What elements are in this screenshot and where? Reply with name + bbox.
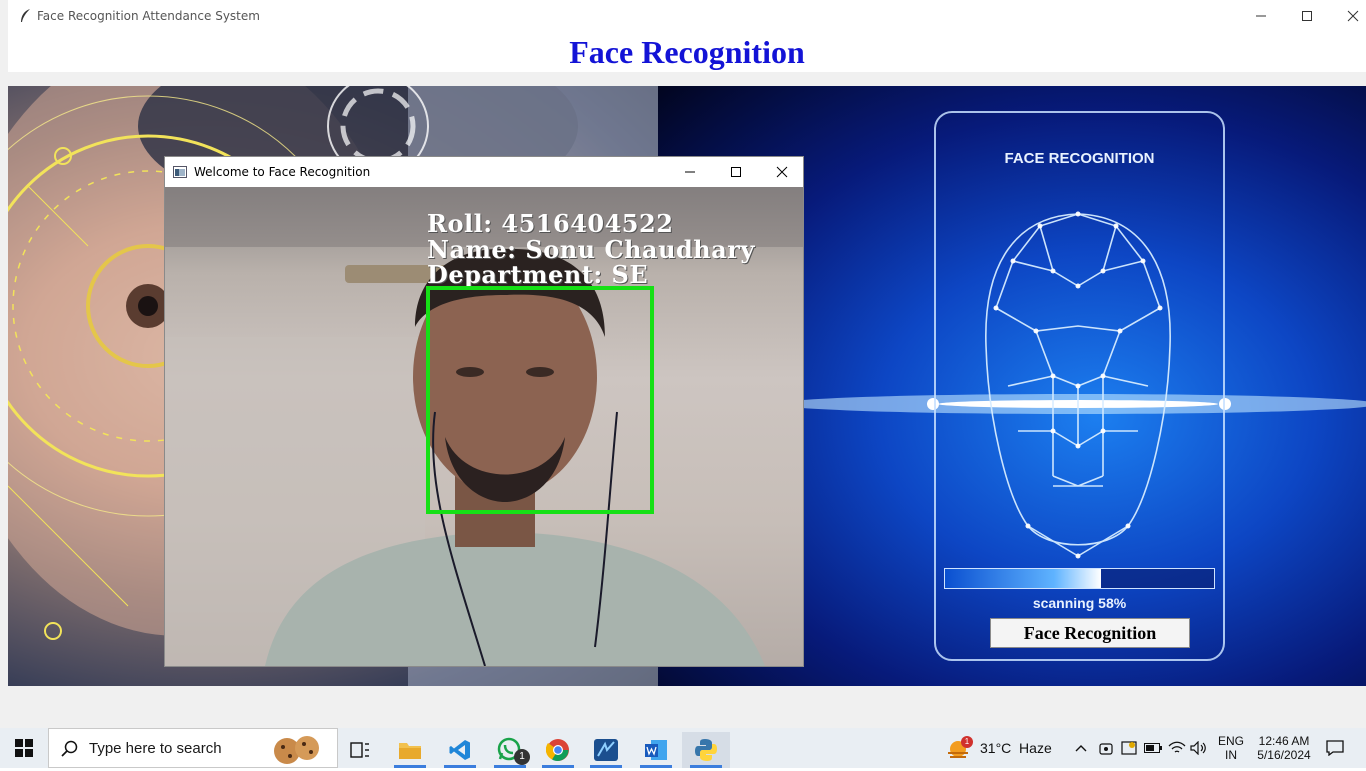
close-icon <box>1347 10 1359 22</box>
whatsapp-button[interactable]: 1 <box>486 732 534 768</box>
detected-face-box <box>426 286 654 514</box>
minimize-icon <box>1256 15 1266 17</box>
camera-maximize-button[interactable] <box>713 157 759 187</box>
network-tool-icon <box>594 739 618 761</box>
battery-button[interactable] <box>1142 728 1164 768</box>
weather-text: 31°C Haze <box>980 740 1052 756</box>
camera-feed: Roll: 4516404522 Name: Sonu Chaudhary De… <box>165 187 803 666</box>
camera-close-button[interactable] <box>759 157 805 187</box>
wifi-button[interactable] <box>1166 728 1188 768</box>
weather-widget[interactable]: 1 31°C Haze <box>944 728 1064 768</box>
speaker-icon <box>1190 741 1206 755</box>
task-view-button[interactable] <box>336 732 384 768</box>
python-button[interactable] <box>682 732 730 768</box>
language-label: ENG <box>1217 734 1244 748</box>
tray-security-button[interactable] <box>1118 728 1140 768</box>
taskbar-search[interactable]: Type here to search <box>48 728 338 768</box>
scan-status-label: scanning 58% <box>1032 595 1127 611</box>
camera-minimize-button[interactable] <box>667 157 713 187</box>
word-button[interactable] <box>632 732 680 768</box>
windows-icon <box>15 739 33 757</box>
page-title: Face Recognition <box>569 34 805 70</box>
webcam-icon <box>1099 743 1113 755</box>
overlay-roll: Roll: 4516404522 <box>427 209 674 238</box>
minimize-icon <box>685 171 695 173</box>
app-titlebar: Face Recognition Attendance System <box>8 0 1366 32</box>
python-icon <box>695 739 717 761</box>
scan-progress-bar <box>944 568 1215 589</box>
language-button[interactable]: ENG IN <box>1212 728 1250 768</box>
search-icon <box>61 740 79 763</box>
maximize-icon <box>731 167 741 177</box>
whatsapp-notification-badge: 1 <box>514 749 530 765</box>
window-app-icon <box>173 165 187 183</box>
maximize-button[interactable] <box>1284 0 1330 32</box>
task-view-icon <box>350 742 369 758</box>
weather-badge: 1 <box>961 736 973 748</box>
app-window-title: Face Recognition Attendance System <box>37 9 260 23</box>
wifi-icon <box>1168 741 1186 753</box>
clock-date: 5/16/2024 <box>1257 748 1311 762</box>
cookie-icon <box>271 732 323 771</box>
taskbar: Type here to search 1 1 31°C Haze ENG IN… <box>0 728 1366 768</box>
feather-icon <box>18 8 32 24</box>
notification-icon <box>1326 740 1344 756</box>
start-button[interactable] <box>0 728 48 768</box>
search-placeholder: Type here to search <box>89 739 222 757</box>
tray-meet-button[interactable] <box>1096 728 1116 768</box>
word-icon <box>645 740 667 760</box>
network-tool-button[interactable] <box>582 732 630 768</box>
face-recognition-button[interactable]: Face Recognition <box>990 618 1190 648</box>
chrome-button[interactable] <box>534 732 582 768</box>
chevron-up-icon <box>1075 745 1087 752</box>
maximize-icon <box>1302 11 1312 21</box>
region-label: IN <box>1225 748 1237 762</box>
tray-overflow-button[interactable] <box>1070 728 1092 768</box>
vscode-icon <box>449 740 470 760</box>
scan-title: FACE RECOGNITION <box>1004 150 1155 167</box>
camera-titlebar: Welcome to Face Recognition <box>165 157 803 187</box>
close-button[interactable] <box>1330 0 1366 32</box>
shield-warning-icon <box>1121 741 1137 755</box>
clock-time: 12:46 AM <box>1258 734 1310 748</box>
app-header: Face Recognition <box>8 32 1366 72</box>
battery-icon <box>1144 743 1162 753</box>
camera-window-title: Welcome to Face Recognition <box>194 165 371 179</box>
notification-center-button[interactable] <box>1320 728 1350 768</box>
minimize-button[interactable] <box>1238 0 1284 32</box>
clock-button[interactable]: 12:46 AM 5/16/2024 <box>1252 728 1316 768</box>
close-icon <box>776 166 788 178</box>
overlay-department: Department: SE <box>427 260 649 289</box>
camera-window: Welcome to Face Recognition Roll: 451640… <box>164 156 804 667</box>
chrome-icon <box>546 739 569 761</box>
scan-progress-fill <box>945 569 1102 588</box>
file-explorer-button[interactable] <box>386 732 434 768</box>
folder-icon <box>399 743 421 759</box>
vscode-button[interactable] <box>436 732 484 768</box>
volume-button[interactable] <box>1188 728 1210 768</box>
